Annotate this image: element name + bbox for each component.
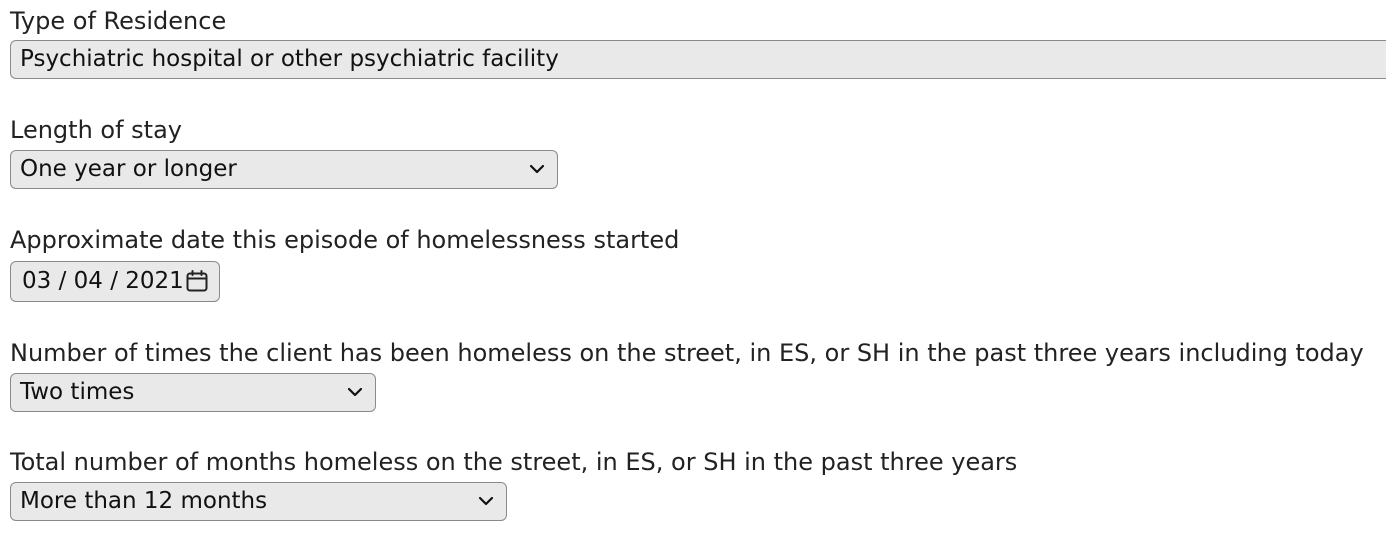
months-homeless-label: Total number of months homeless on the s… — [10, 448, 1018, 476]
calendar-icon[interactable] — [185, 269, 209, 293]
residence-type-field[interactable]: Psychiatric hospital or other psychiatri… — [10, 40, 1386, 79]
homelessness-start-label: Approximate date this episode of homeles… — [10, 226, 680, 254]
homelessness-start-value: 03 / 04 / 2021 — [22, 268, 184, 294]
months-homeless-select[interactable]: More than 12 months — [10, 482, 507, 521]
chevron-down-icon — [347, 387, 363, 397]
residence-type-label: Type of Residence — [10, 7, 227, 35]
times-homeless-value: Two times — [20, 379, 135, 405]
chevron-down-icon — [478, 496, 494, 506]
length-of-stay-value: One year or longer — [20, 156, 237, 182]
length-of-stay-select[interactable]: One year or longer — [10, 150, 558, 189]
chevron-down-icon — [529, 164, 545, 174]
length-of-stay-label: Length of stay — [10, 116, 182, 144]
homelessness-start-date-input[interactable]: 03 / 04 / 2021 — [10, 261, 220, 302]
times-homeless-label: Number of times the client has been home… — [10, 339, 1364, 367]
residence-type-value: Psychiatric hospital or other psychiatri… — [20, 46, 559, 72]
homelessness-history-form: Type of Residence Psychiatric hospital o… — [0, 0, 1386, 543]
times-homeless-select[interactable]: Two times — [10, 373, 376, 412]
months-homeless-value: More than 12 months — [20, 488, 268, 514]
